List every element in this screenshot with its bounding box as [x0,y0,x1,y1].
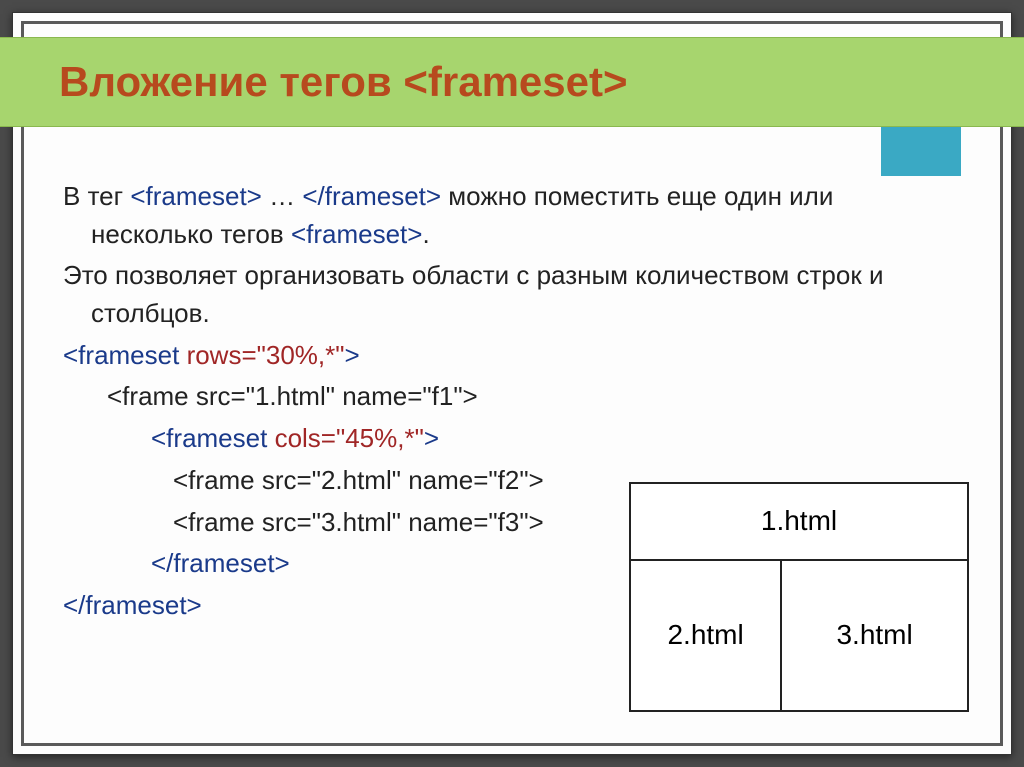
c1-attr: rows="30%,*" [187,340,345,370]
diagram-cell-right: 3.html [782,561,967,710]
code-line-1: <frameset rows="30%,*"> [63,337,961,375]
slide-title: Вложение тегов <frameset> [59,58,628,106]
p1-tag-close: </frameset> [302,181,441,211]
paragraph-2: Это позволяет организовать области с раз… [63,257,961,332]
c1-tag: <frameset [63,340,187,370]
accent-box [881,121,961,176]
c1-close: > [344,340,359,370]
c3-attr: cols="45%,*" [275,423,424,453]
p1-tag-open: <frameset> [130,181,262,211]
diagram-row-bottom: 2.html 3.html [631,561,967,710]
code-line-2: <frame src="1.html" name="f1"> [63,378,961,416]
slide-frame: Вложение тегов <frameset> В тег <framese… [12,12,1012,755]
code-line-3: <frameset cols="45%,*"> [63,420,961,458]
c3-tag: <frameset [151,423,275,453]
title-bar: Вложение тегов <frameset> [0,37,1024,127]
p1-text-c: . [422,219,429,249]
p1-text-a: В тег [63,181,130,211]
p1-ellipsis: … [262,181,302,211]
c3-close: > [424,423,439,453]
diagram-cell-left: 2.html [631,561,782,710]
p1-tag-last: <frameset> [291,219,423,249]
diagram-row-top: 1.html [631,484,967,561]
paragraph-1: В тег <frameset> … </frameset> можно пом… [63,178,961,253]
frameset-diagram: 1.html 2.html 3.html [629,482,969,712]
